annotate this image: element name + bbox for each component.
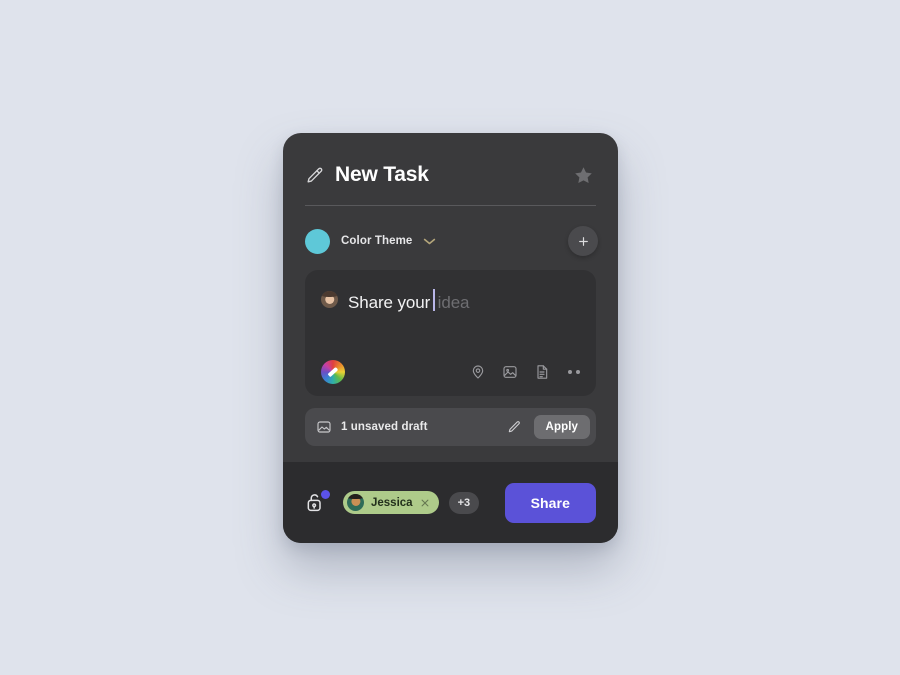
notification-dot — [321, 489, 330, 499]
person-chip-name: Jessica — [371, 496, 413, 509]
title-group: New Task — [305, 163, 429, 187]
theme-label: Color Theme — [341, 235, 413, 247]
author-avatar — [321, 291, 338, 308]
image-icon[interactable] — [502, 364, 518, 380]
new-task-card: New Task Color Theme Share your idea 1 u… — [283, 133, 618, 543]
card-footer: Jessica +3 Share — [283, 462, 618, 543]
more-options-icon[interactable] — [566, 370, 580, 374]
add-button[interactable] — [568, 226, 598, 256]
composer-placeholder: idea — [437, 293, 470, 312]
jessica-avatar — [347, 494, 364, 511]
theme-row: Color Theme — [283, 206, 618, 262]
chevron-down-icon[interactable] — [423, 237, 436, 246]
color-wheel-icon[interactable] — [321, 360, 345, 384]
composer-tools — [470, 364, 580, 380]
avatar — [305, 228, 330, 254]
more-people-chip[interactable]: +3 — [448, 491, 480, 514]
apply-button[interactable]: Apply — [533, 415, 590, 439]
draft-bar: 1 unsaved draft Apply — [305, 408, 596, 446]
page-title: New Task — [335, 163, 429, 186]
pencil-icon — [305, 166, 324, 185]
share-button[interactable]: Share — [504, 482, 596, 523]
composer-typed-text: Share your — [348, 293, 431, 312]
theme-selector[interactable]: Color Theme — [305, 228, 436, 254]
close-icon[interactable] — [420, 498, 430, 508]
draft-status-text: 1 unsaved draft — [341, 421, 428, 433]
composer-toolbar — [321, 360, 580, 384]
composer-box[interactable]: Share your idea — [305, 270, 596, 396]
composer-input[interactable]: Share your idea — [348, 286, 470, 313]
card-header: New Task — [283, 133, 618, 197]
composer-input-row: Share your idea — [321, 286, 580, 313]
screen: New Task Color Theme Share your idea 1 u… — [0, 0, 900, 675]
unlocked-padlock-icon[interactable] — [305, 489, 330, 515]
location-pin-icon[interactable] — [470, 364, 486, 380]
star-icon[interactable] — [570, 162, 596, 188]
person-chip-jessica[interactable]: Jessica — [343, 491, 439, 514]
document-icon[interactable] — [534, 364, 550, 380]
draft-edit-pencil-icon[interactable] — [507, 420, 525, 434]
text-caret — [433, 289, 435, 311]
image-placeholder-icon — [316, 419, 332, 435]
